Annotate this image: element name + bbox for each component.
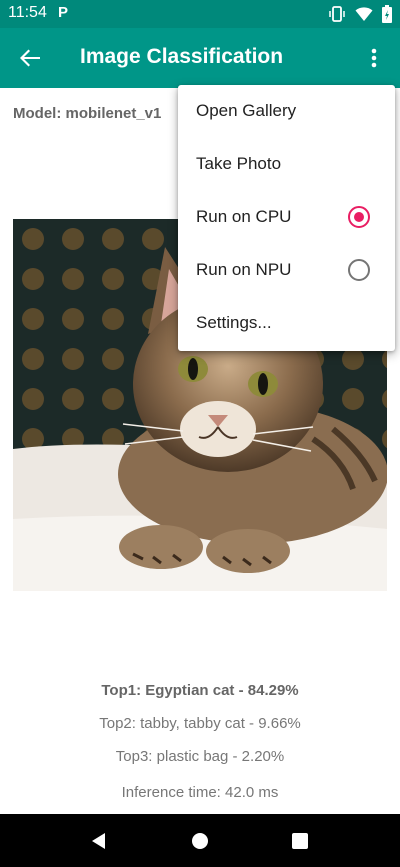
vibrate-icon	[329, 6, 345, 22]
result-top3: Top3: plastic bag - 2.20%	[115, 748, 285, 765]
model-label: Model: mobilenet_v1	[13, 105, 162, 122]
menu-item-label: Run on CPU	[196, 207, 292, 226]
nav-home-icon[interactable]	[190, 831, 210, 851]
more-vert-icon	[371, 48, 377, 68]
app-bar: Image Classification	[0, 28, 400, 88]
overflow-menu-button[interactable]	[362, 42, 386, 74]
menu-item-settings[interactable]: Settings...	[178, 297, 395, 350]
back-button[interactable]	[14, 42, 46, 74]
menu-item-label: Settings...	[196, 313, 272, 332]
menu-item-label: Open Gallery	[196, 101, 297, 120]
nav-recents-icon[interactable]	[290, 831, 310, 851]
menu-item-run-on-npu[interactable]: Run on NPU	[178, 244, 395, 297]
radio-npu[interactable]	[348, 259, 370, 281]
result-top1: Top1: Egyptian cat - 84.29%	[101, 682, 299, 699]
result-top2: Top2: tabby, tabby cat - 9.66%	[99, 715, 301, 732]
status-time: 11:54	[8, 4, 47, 21]
radio-cpu[interactable]	[348, 206, 370, 228]
overflow-menu: Open Gallery Take Photo Run on CPU Run o…	[178, 85, 395, 351]
menu-item-take-photo[interactable]: Take Photo	[178, 138, 395, 191]
menu-item-label: Run on NPU	[196, 260, 292, 279]
battery-icon	[382, 5, 392, 23]
status-bar: 11:54 P	[0, 0, 400, 28]
results-panel: Top1: Egyptian cat - 84.29% Top2: tabby,…	[0, 682, 400, 781]
wifi-icon	[355, 7, 373, 21]
notification-icon: P	[58, 4, 69, 21]
navigation-bar	[0, 814, 400, 867]
arrow-back-icon	[20, 49, 40, 67]
page-title: Image Classification	[80, 45, 284, 68]
nav-back-icon[interactable]	[89, 831, 109, 851]
inference-time: Inference time: 42.0 ms	[121, 784, 279, 801]
menu-item-open-gallery[interactable]: Open Gallery	[178, 85, 395, 138]
menu-item-run-on-cpu[interactable]: Run on CPU	[178, 191, 395, 244]
status-icons	[328, 5, 392, 23]
menu-item-label: Take Photo	[196, 154, 282, 173]
